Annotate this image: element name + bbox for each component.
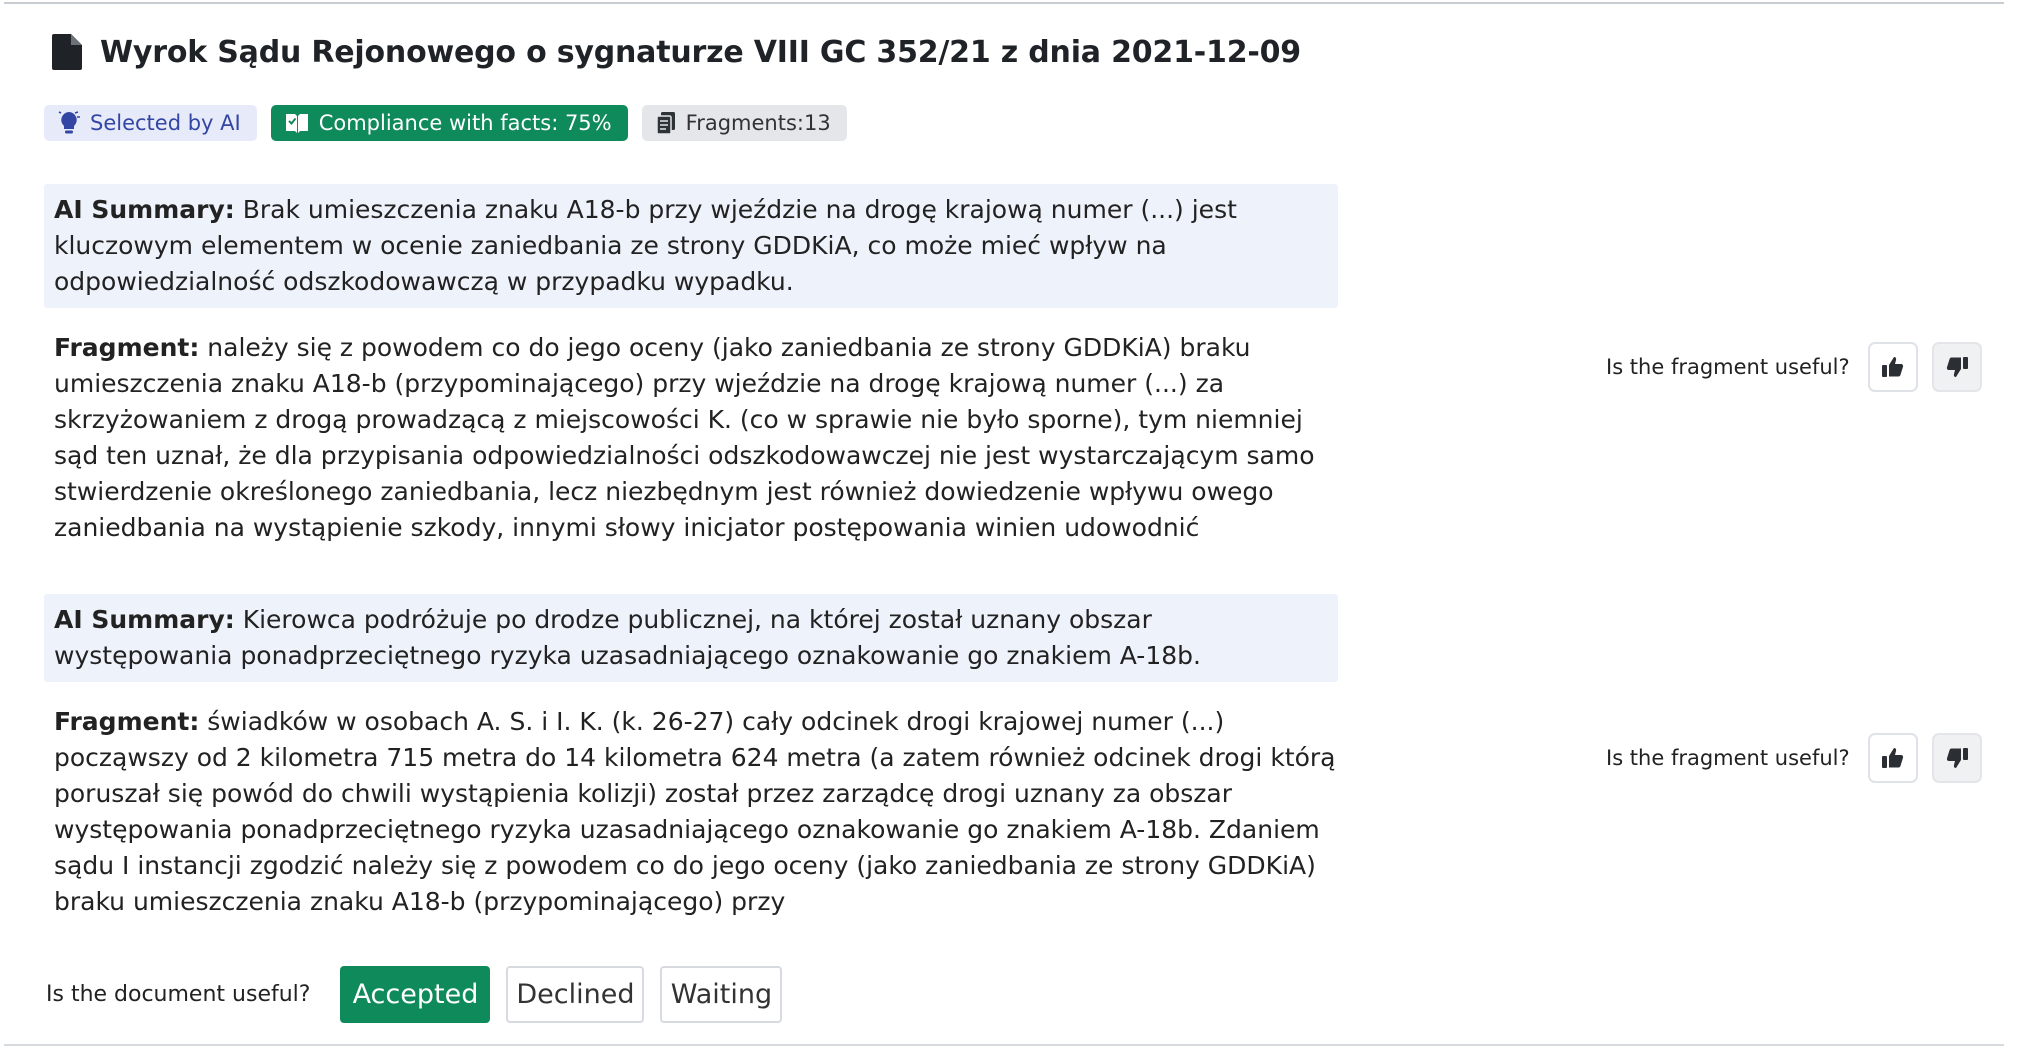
fragment-feedback-1: Is the fragment useful? <box>1606 342 1982 392</box>
ai-summary-label: AI Summary: <box>54 605 235 634</box>
fragment-2: Fragment: świadków w osobach A. S. i I. … <box>54 704 1344 920</box>
fragment-useful-question: Is the fragment useful? <box>1606 746 1850 770</box>
fragment-text: należy się z powodem co do jego oceny (j… <box>54 333 1315 542</box>
lightbulb-icon <box>58 111 80 134</box>
selected-by-ai-text: Selected by AI <box>90 111 241 135</box>
badge-row: Selected by AI Compliance with facts: 75… <box>44 105 847 141</box>
thumbs-down-icon <box>1946 748 1968 768</box>
fragment-text: świadków w osobach A. S. i I. K. (k. 26-… <box>54 707 1336 916</box>
book-check-icon <box>285 114 308 133</box>
accepted-button[interactable]: Accepted <box>340 966 491 1023</box>
document-header: Wyrok Sądu Rejonowego o sygnaturze VIII … <box>52 34 1301 70</box>
fragments-badge: Fragments:13 <box>641 105 847 141</box>
thumbs-down-button[interactable] <box>1932 733 1982 783</box>
ai-summary-2: AI Summary: Kierowca podróżuje po drodze… <box>44 594 1338 682</box>
declined-button[interactable]: Declined <box>506 966 645 1023</box>
document-icon <box>52 34 82 70</box>
thumbs-up-icon <box>1882 357 1904 377</box>
document-useful-row: Is the document useful? Accepted Decline… <box>46 966 798 1023</box>
thumbs-up-icon <box>1882 748 1904 768</box>
waiting-button[interactable]: Waiting <box>660 966 783 1023</box>
fragment-label: Fragment: <box>54 707 200 736</box>
thumbs-up-button[interactable] <box>1868 733 1918 783</box>
compliance-badge: Compliance with facts: 75% <box>270 105 628 141</box>
compliance-text: Compliance with facts: 75% <box>318 111 612 135</box>
document-title[interactable]: Wyrok Sądu Rejonowego o sygnaturze VIII … <box>100 35 1301 70</box>
document-useful-question: Is the document useful? <box>46 982 311 1007</box>
fragment-label: Fragment: <box>54 333 200 362</box>
fragments-count: Fragments:13 <box>685 111 831 135</box>
copy-icon <box>655 112 675 135</box>
thumbs-down-icon <box>1946 357 1968 377</box>
fragment-1: Fragment: należy się z powodem co do jeg… <box>54 330 1344 546</box>
fragment-useful-question: Is the fragment useful? <box>1606 355 1850 379</box>
ai-summary-label: AI Summary: <box>54 195 235 224</box>
thumbs-up-button[interactable] <box>1868 342 1918 392</box>
ai-summary-1: AI Summary: Brak umieszczenia znaku A18-… <box>44 184 1338 308</box>
thumbs-down-button[interactable] <box>1932 342 1982 392</box>
result-card: Wyrok Sądu Rejonowego o sygnaturze VIII … <box>4 2 2004 1046</box>
selected-by-ai-badge: Selected by AI <box>44 105 257 141</box>
fragment-feedback-2: Is the fragment useful? <box>1606 733 1982 783</box>
